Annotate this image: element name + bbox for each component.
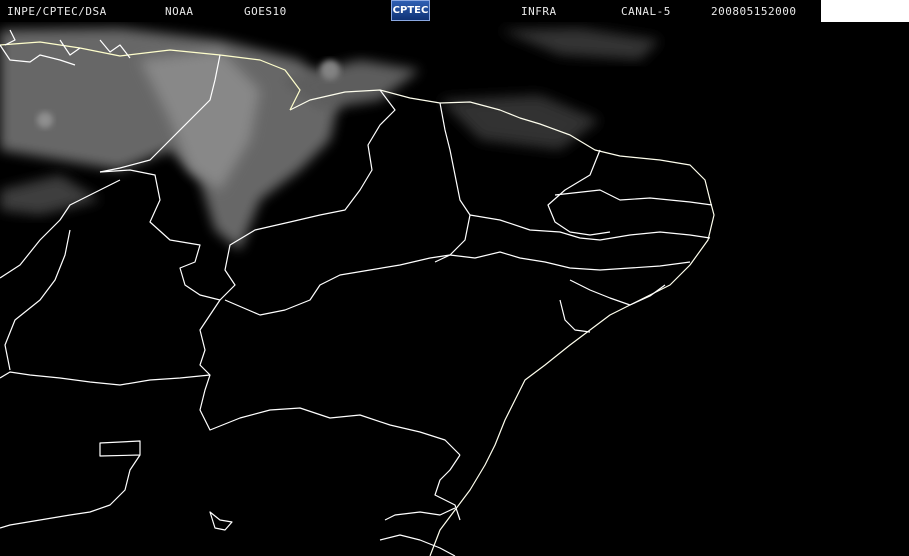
border-sergipe: [559, 299, 591, 333]
institution-label: INPE/CPTEC/DSA: [7, 5, 107, 18]
timestamp-label: 200805152000: [711, 5, 797, 18]
border-pernambuco: [469, 214, 711, 241]
cloud-cover: [0, 28, 660, 250]
border-minas-east: [434, 454, 461, 521]
border-ceara-piaui: [434, 102, 471, 263]
border-tocantins-west: [99, 169, 221, 301]
border-pernambuco-south: [449, 251, 691, 271]
border-rio-sp: [384, 507, 456, 521]
border-goias: [199, 299, 461, 456]
cptec-logo-icon: CPTEC: [391, 0, 430, 21]
border-lake: [209, 511, 233, 531]
border-rondonia-box: [99, 440, 141, 457]
border-rio-south: [379, 534, 456, 556]
cloud-streak-west: [0, 175, 100, 215]
border-paraiba: [554, 189, 713, 206]
blank-panel: [821, 0, 909, 22]
product-label: INFRA: [521, 5, 557, 18]
logo-text: CPTEC: [392, 5, 429, 16]
border-south: [0, 454, 141, 529]
image-header: INPE/CPTEC/DSA NOAA GOES10 CPTEC INFRA C…: [0, 0, 909, 22]
cloud-band-northeast: [440, 95, 600, 150]
border-minas-north: [0, 371, 211, 386]
border-west-vertical: [4, 229, 71, 371]
border-bahia-north: [224, 254, 451, 316]
agency-label: NOAA: [165, 5, 194, 18]
border-alagoas: [569, 279, 666, 306]
satellite-label: GOES10: [244, 5, 287, 18]
satellite-map: [0, 28, 715, 556]
coastline-north: [289, 89, 715, 556]
channel-label: CANAL-5: [621, 5, 671, 18]
cloud-specks-top: [500, 28, 660, 60]
